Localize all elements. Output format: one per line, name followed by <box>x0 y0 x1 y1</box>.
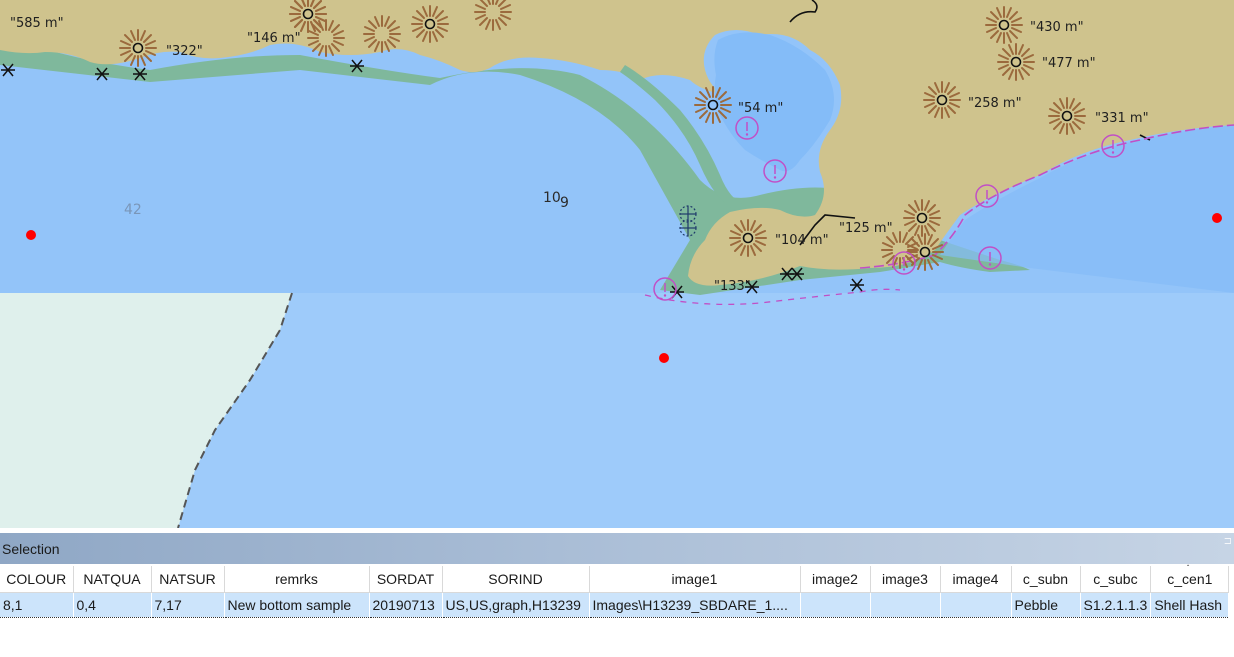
table-cell[interactable]: Images\H13239_SBDARE_1.... <box>589 592 801 618</box>
height-label: "258 m" <box>968 96 1022 111</box>
table-cell[interactable]: S1.2.1.1.3 <box>1080 592 1152 618</box>
depth-sounding-subscript: 9 <box>560 195 569 211</box>
height-label: "585 m" <box>10 16 64 31</box>
height-label: "322" <box>166 44 203 59</box>
table-cell[interactable] <box>800 592 871 618</box>
selection-panel: Selection ⊐ ^ COLOUR NATQUA NATSUR remrk… <box>0 528 1234 657</box>
height-label: "477 m" <box>1042 56 1096 71</box>
column-header[interactable]: c_subc <box>1080 566 1152 593</box>
table-cell[interactable]: 8,1 <box>0 592 74 618</box>
column-header[interactable]: SORIND <box>442 566 590 593</box>
table-cell[interactable]: Pebble <box>1011 592 1081 618</box>
table-cell[interactable]: Shell Hash <box>1150 592 1230 618</box>
height-label: "125 m" <box>839 221 893 236</box>
panel-title-label: Selection <box>2 540 60 557</box>
table-cell[interactable] <box>940 592 1012 618</box>
table-cell[interactable]: 7,17 <box>151 592 225 618</box>
height-label: "133" <box>714 279 751 294</box>
height-label: "54 m" <box>738 101 783 116</box>
column-header[interactable]: image2 <box>800 566 871 593</box>
nautical-chart-map[interactable]: "585 m" "322" "146 m" "54 m" "430 m" "47… <box>0 0 1234 528</box>
table-cell[interactable] <box>870 592 941 618</box>
sample-point-icon[interactable] <box>659 353 669 363</box>
column-header[interactable]: remrks <box>224 566 370 593</box>
column-header[interactable]: SORDAT <box>369 566 443 593</box>
table-row[interactable]: 8,1 0,4 7,17 New bottom sample 20190713 … <box>0 592 1230 618</box>
height-label: "104 m" <box>775 233 829 248</box>
sample-point-icon[interactable] <box>1212 213 1222 223</box>
table-cell[interactable]: New bottom sample <box>224 592 370 618</box>
height-label: "146 m" <box>247 31 301 46</box>
column-header[interactable]: image4 <box>940 566 1012 593</box>
column-header-sorted[interactable]: c_cen1 <box>1150 566 1230 593</box>
selection-panel-title: Selection ⊐ <box>0 533 1234 564</box>
table-header-row: COLOUR NATQUA NATSUR remrks SORDAT SORIN… <box>0 566 1230 593</box>
column-header[interactable]: NATSUR <box>151 566 225 593</box>
table-cell[interactable]: US,US,graph,H13239 <box>442 592 590 618</box>
depth-sounding: 42 <box>124 202 142 218</box>
column-header[interactable]: NATQUA <box>73 566 152 593</box>
column-header[interactable]: image1 <box>589 566 801 593</box>
attribute-table[interactable]: COLOUR NATQUA NATSUR remrks SORDAT SORIN… <box>0 566 1230 618</box>
pin-icon[interactable]: ⊐ <box>1224 536 1232 547</box>
table-cell[interactable]: 0,4 <box>73 592 152 618</box>
column-header[interactable]: image3 <box>870 566 941 593</box>
depth-sounding: 10 <box>543 190 561 206</box>
table-cell[interactable]: 20190713 <box>369 592 443 618</box>
column-header[interactable]: COLOUR <box>0 566 74 593</box>
height-label: "331 m" <box>1095 111 1149 126</box>
column-header[interactable]: c_subn <box>1011 566 1081 593</box>
height-label: "430 m" <box>1030 20 1084 35</box>
sample-point-icon[interactable] <box>26 230 36 240</box>
